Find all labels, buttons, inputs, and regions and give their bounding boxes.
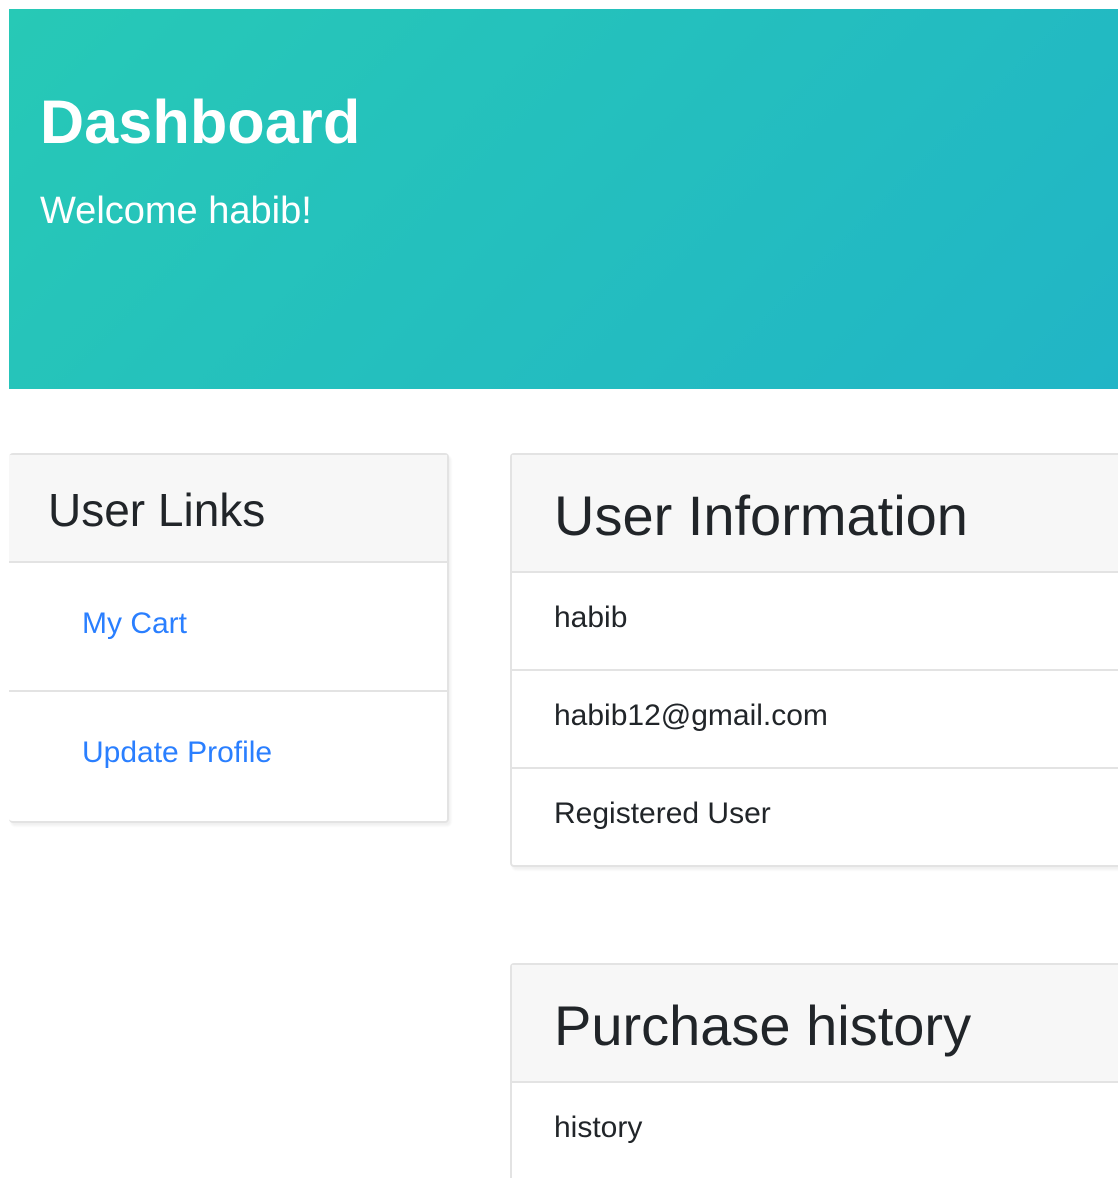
user-information-header: User Information xyxy=(512,455,1118,573)
page-title: Dashboard xyxy=(40,88,361,156)
purchase-history-header: Purchase history xyxy=(512,965,1118,1083)
update-profile-link[interactable]: Update Profile xyxy=(82,736,272,769)
list-item-my-cart: My Cart xyxy=(9,563,447,692)
purchase-history-title: Purchase history xyxy=(554,994,972,1057)
purchase-history-item: history xyxy=(554,1111,643,1144)
dashboard-banner: Dashboard Welcome habib! xyxy=(9,9,1118,389)
user-information-title: User Information xyxy=(554,484,968,547)
user-links-title: User Links xyxy=(48,484,266,536)
my-cart-link[interactable]: My Cart xyxy=(82,607,187,640)
list-item-update-profile: Update Profile xyxy=(9,692,447,821)
user-links-card: User Links My Cart Update Profile xyxy=(9,453,449,823)
user-email: habib12@gmail.com xyxy=(512,671,1118,769)
user-information-card: User Information habib habib12@gmail.com… xyxy=(510,453,1118,867)
user-name: habib xyxy=(512,573,1118,671)
purchase-history-card: Purchase history history xyxy=(510,963,1118,1178)
welcome-message: Welcome habib! xyxy=(40,190,312,232)
user-links-header: User Links xyxy=(9,455,447,563)
user-role: Registered User xyxy=(554,797,771,830)
page: Dashboard Welcome habib! User Links My C… xyxy=(0,0,1118,1178)
